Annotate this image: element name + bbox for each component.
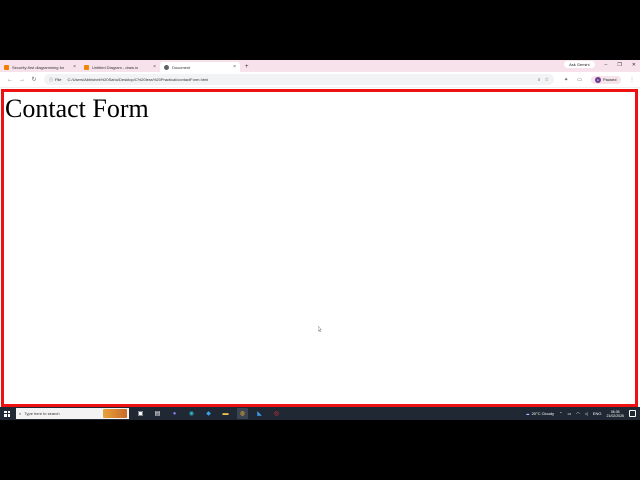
search-icon: ⌕ (19, 411, 22, 416)
tab-label: Security-first diagramming for (12, 64, 65, 70)
language-indicator[interactable]: ENG (593, 411, 602, 416)
page-heading: Contact Form (5, 94, 149, 123)
network-icon[interactable]: ▭ (567, 411, 571, 416)
clock-date: 21/02/2026 (606, 413, 624, 418)
weather-text: 20°C Cloudy (531, 411, 555, 416)
store-bag-icon[interactable]: ◆ (203, 408, 214, 419)
taskbar-apps: ▣ ▤ ● ◉ ◆ ▬ ◍ ◣ ◎ (135, 408, 282, 419)
cloud-icon: ☁ (525, 411, 530, 416)
recorder-icon[interactable]: ◎ (271, 408, 282, 419)
close-icon[interactable]: × (153, 64, 156, 70)
close-icon[interactable]: × (233, 64, 236, 70)
start-button[interactable] (0, 407, 14, 420)
tray-chevron-icon[interactable]: ⌃ (559, 411, 562, 416)
tab-favicon-icon (4, 64, 9, 70)
search-highlight-image (103, 409, 127, 418)
wifi-icon[interactable]: ◠ (576, 411, 580, 416)
edge-icon[interactable]: ◉ (186, 408, 197, 419)
tab-label: Untitled Diagram - draw.io (92, 64, 139, 70)
clock[interactable]: 06:35 21/02/2026 (606, 410, 624, 418)
chrome-icon[interactable]: ◍ (237, 408, 248, 419)
address-bar[interactable]: ⓘ File C:/Users/Abhishek%20Sahu/Desktop/… (44, 74, 554, 85)
search-placeholder: Type here to search (24, 411, 60, 416)
forward-icon[interactable]: → (16, 77, 28, 83)
minimize-icon[interactable]: – (605, 62, 608, 68)
reload-icon[interactable]: ↻ (28, 76, 40, 83)
new-tab-button[interactable]: + (240, 62, 254, 72)
teams-icon[interactable]: ● (169, 408, 180, 419)
scheme-chip: File (55, 77, 62, 82)
taskbar-search[interactable]: ⌕ Type here to search (16, 408, 129, 419)
globe-icon (164, 64, 169, 70)
store-icon[interactable]: ▤ (152, 408, 163, 419)
weather-widget[interactable]: ☁ 20°C Cloudy (526, 411, 555, 416)
task-view-icon[interactable]: ▣ (135, 408, 146, 419)
tab-favicon-icon (84, 64, 89, 70)
profile-button[interactable]: A Paused (590, 75, 621, 84)
browser-toolbar: ← → ↻ ⓘ File C:/Users/Abhishek%20Sahu/De… (0, 72, 640, 88)
volume-icon[interactable]: ◁ (585, 411, 588, 416)
tab-strip: Security-first diagramming for × Untitle… (0, 60, 640, 72)
file-explorer-icon[interactable]: ▬ (220, 408, 231, 419)
windows-logo-icon (4, 410, 10, 417)
tab-document[interactable]: Document × (160, 62, 240, 72)
page-viewport: Contact Form (1, 89, 638, 407)
taskbar: ⌕ Type here to search ▣ ▤ ● ◉ ◆ ▬ ◍ ◣ ◎ … (0, 407, 640, 420)
maximize-icon[interactable]: ❐ (617, 62, 621, 68)
zoom-icon[interactable]: ⌕ (538, 77, 541, 83)
vscode-icon[interactable]: ◣ (254, 408, 265, 419)
tab-security-diagramming[interactable]: Security-first diagramming for × (0, 62, 80, 72)
avatar: A (594, 76, 601, 83)
toolbar-icons: ✦ ▭ A Paused ⋮ (564, 75, 635, 84)
site-info-icon[interactable]: ⓘ (49, 77, 53, 83)
url-text[interactable]: C:/Users/Abhishek%20Sahu/Desktop/C%20les… (67, 77, 533, 82)
screen: Security-first diagramming for × Untitle… (0, 60, 640, 420)
extensions-icon[interactable]: ✦ (564, 77, 568, 83)
tab-untitled-diagram[interactable]: Untitled Diagram - draw.io × (80, 62, 160, 72)
close-window-icon[interactable]: ✕ (632, 62, 636, 68)
menu-icon[interactable]: ⋮ (630, 77, 635, 83)
ask-gemini-button[interactable]: Ask Gemini (564, 61, 595, 68)
profile-status: Paused (602, 77, 617, 82)
mouse-cursor-icon (318, 326, 322, 332)
system-tray: ☁ 20°C Cloudy ⌃ ▭ ◠ ◁ ENG 06:35 21/02/20… (526, 407, 636, 420)
notification-icon[interactable] (629, 410, 636, 417)
window-controls: Ask Gemini – ❐ ✕ (564, 61, 636, 68)
tab-label: Document (172, 64, 191, 70)
bookmark-star-icon[interactable]: ☆ (545, 77, 549, 83)
side-panel-icon[interactable]: ▭ (577, 77, 582, 83)
close-icon[interactable]: × (73, 64, 76, 70)
back-icon[interactable]: ← (4, 77, 16, 83)
